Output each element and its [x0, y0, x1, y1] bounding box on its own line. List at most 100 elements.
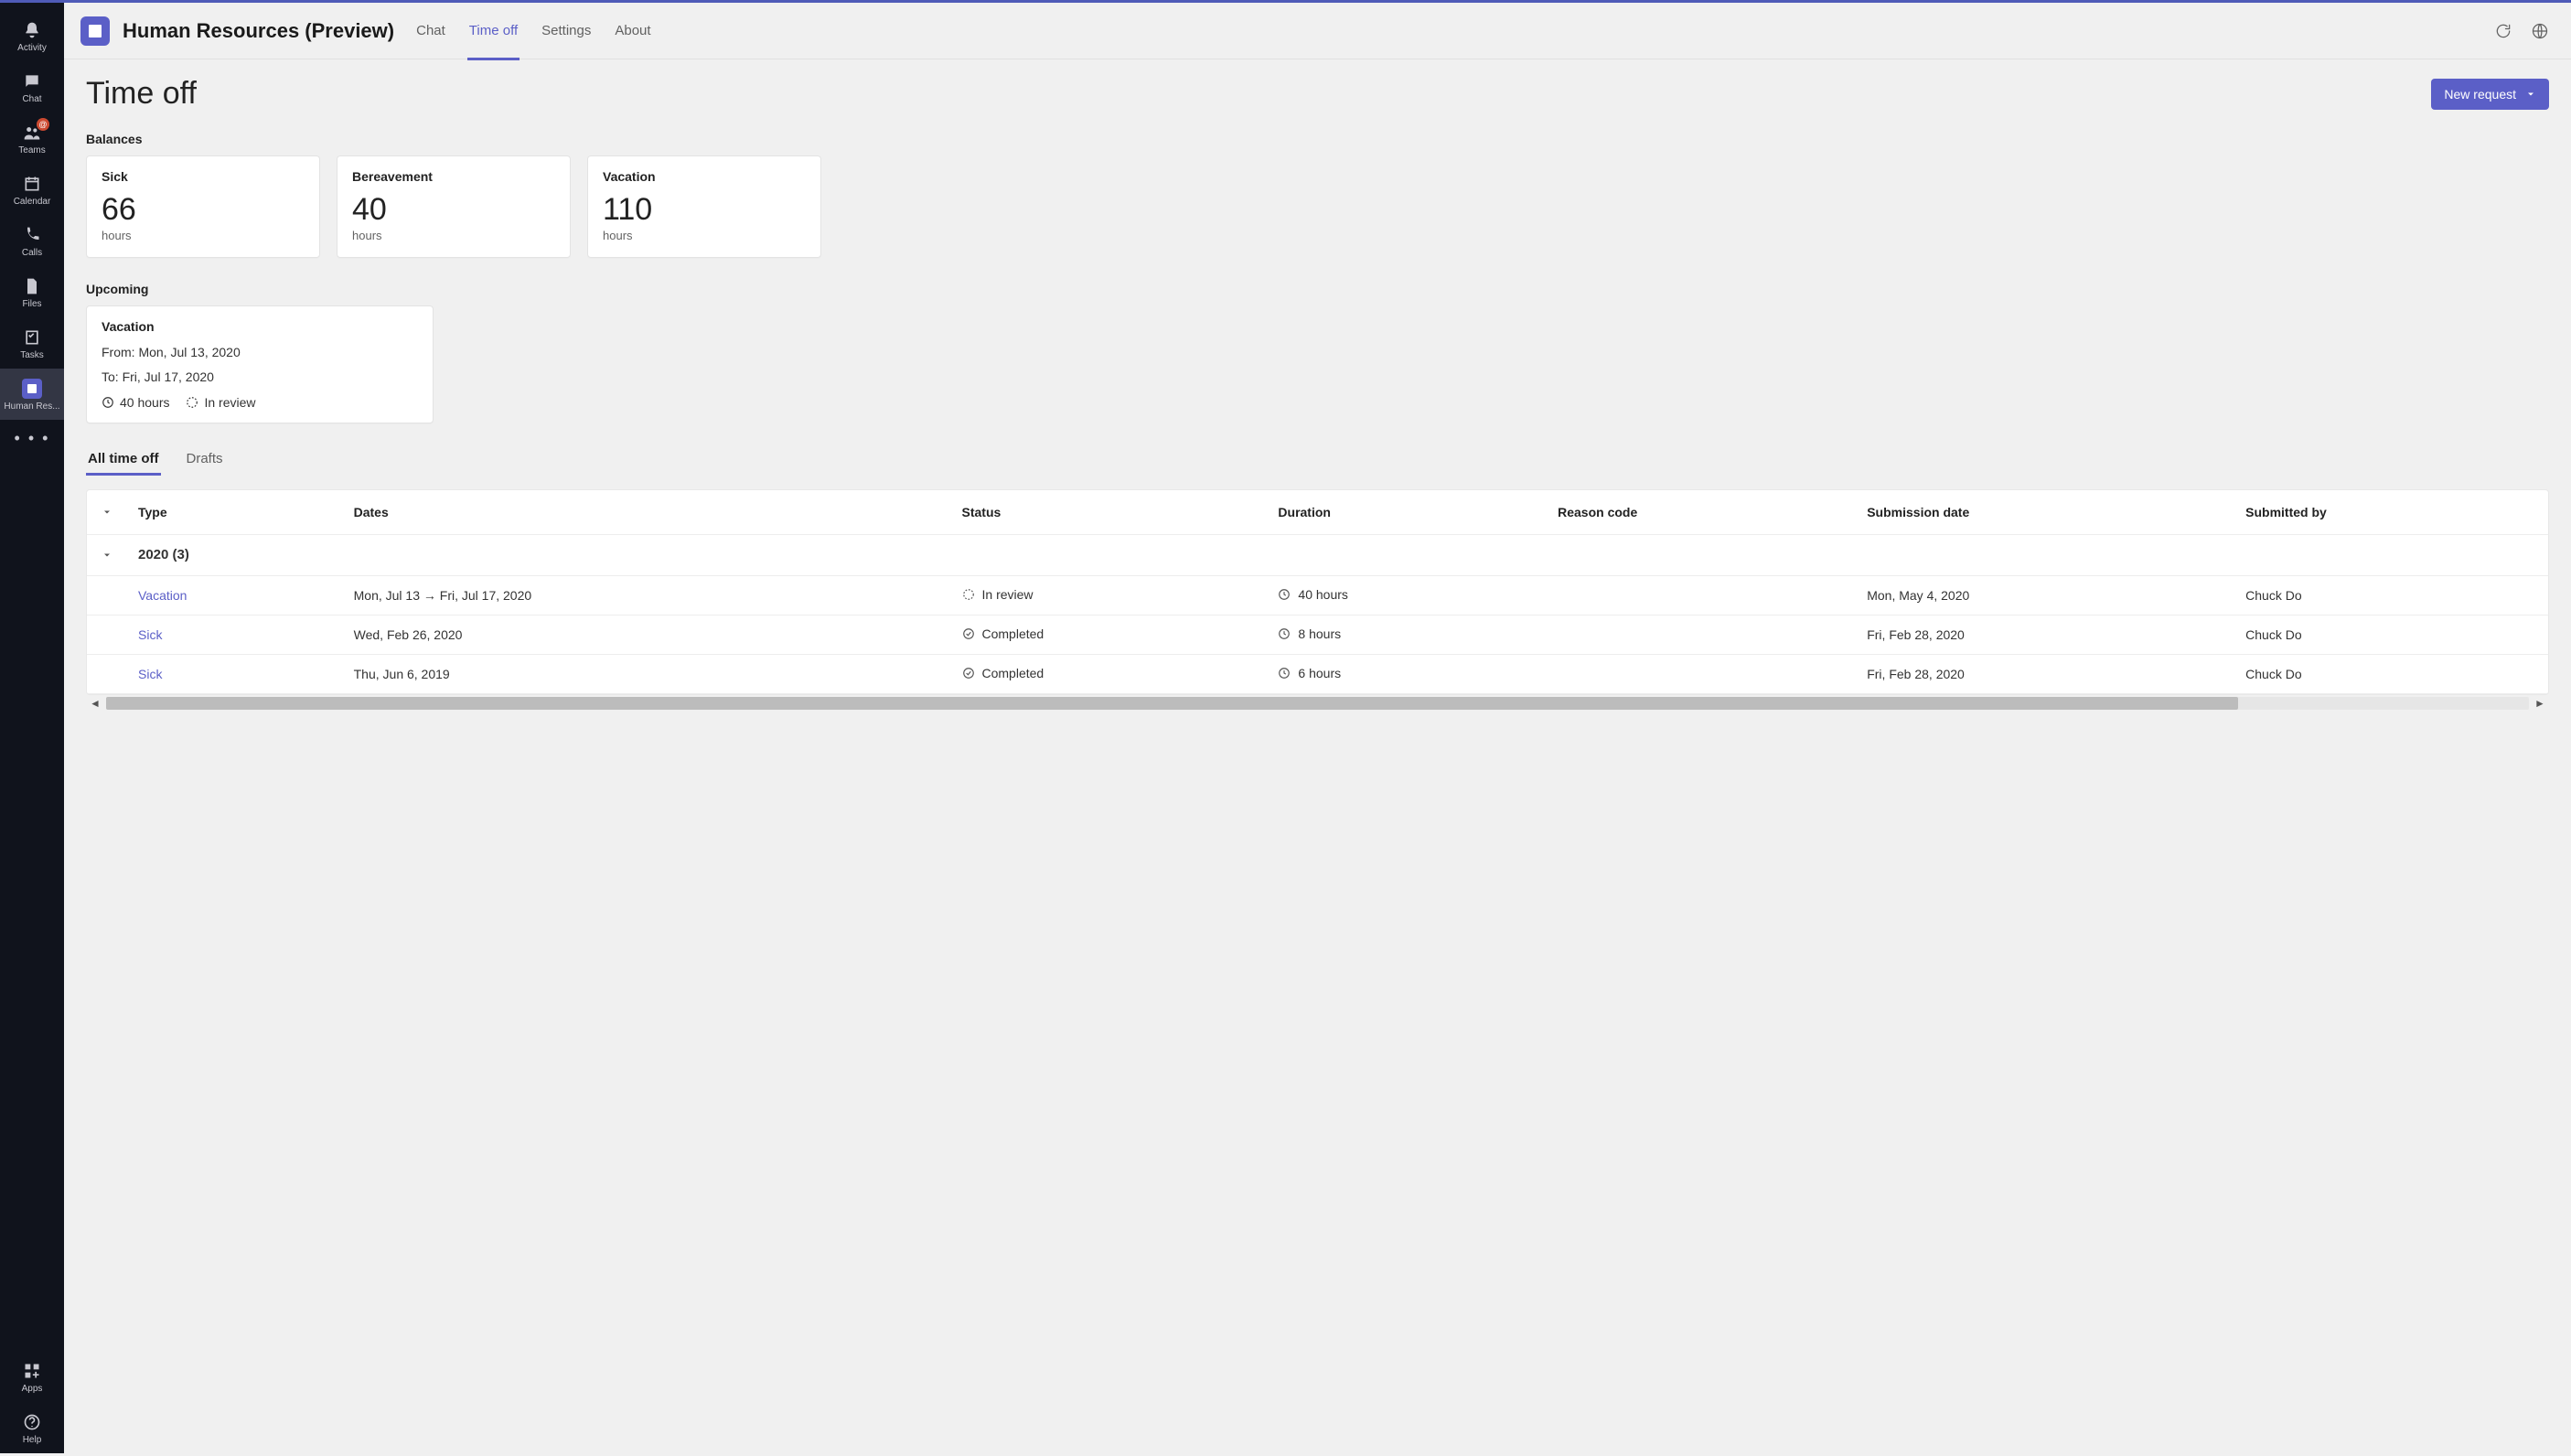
rail-label: Help	[23, 1435, 42, 1445]
pending-icon	[186, 396, 198, 409]
header-tabs: Chat Time off Settings About	[414, 3, 652, 59]
upcoming-card-title: Vacation	[102, 319, 418, 334]
content-area: Time off New request Balances Sick 66 ho…	[64, 59, 2571, 1453]
page-title: Time off	[86, 76, 197, 112]
balance-card-title: Bereavement	[352, 169, 555, 184]
rail-item-apps[interactable]: Apps	[0, 1351, 64, 1402]
rail-item-calls[interactable]: Calls	[0, 215, 64, 266]
rail-label: Calls	[22, 248, 42, 258]
rail-label: Files	[22, 299, 41, 309]
clock-icon	[102, 396, 114, 409]
request-status: In review	[982, 587, 1034, 602]
request-submission: Fri, Feb 28, 2020	[1856, 615, 2234, 654]
scroll-left-icon[interactable]: ◄	[90, 698, 101, 709]
tab-all-time-off[interactable]: All time off	[86, 451, 161, 476]
balance-card-sick[interactable]: Sick 66 hours	[86, 155, 320, 258]
col-duration[interactable]: Duration	[1267, 490, 1547, 535]
completed-icon	[962, 627, 975, 640]
request-reason	[1547, 654, 1856, 693]
group-row-2020[interactable]: 2020 (3)	[87, 534, 2548, 575]
request-reason	[1547, 575, 1856, 615]
horizontal-scrollbar[interactable]: ◄ ►	[86, 695, 2549, 712]
tasks-icon	[21, 327, 43, 348]
app-title: Human Resources (Preview)	[123, 19, 394, 43]
mention-badge-icon: @	[37, 118, 49, 131]
clock-icon	[1278, 627, 1291, 640]
request-reason	[1547, 615, 1856, 654]
rail-more-button[interactable]: • • •	[15, 420, 50, 456]
col-status[interactable]: Status	[951, 490, 1268, 535]
list-tabs: All time off Drafts	[86, 451, 2549, 476]
chevron-down-icon	[102, 507, 112, 518]
file-icon	[21, 275, 43, 297]
request-dates: Mon, Jul 13 → Fri, Jul 17, 2020	[343, 575, 951, 615]
request-status: Completed	[982, 666, 1044, 680]
request-type-link[interactable]: Sick	[138, 627, 162, 642]
upcoming-to: To: Fri, Jul 17, 2020	[102, 368, 418, 386]
chevron-down-icon	[2525, 89, 2536, 100]
balance-card-title: Sick	[102, 169, 305, 184]
table-row[interactable]: Sick Thu, Jun 6, 2019 Completed 6 hours	[87, 654, 2548, 693]
request-duration: 6 hours	[1298, 666, 1341, 680]
group-label: 2020 (3)	[127, 534, 2548, 575]
hr-app-icon	[21, 378, 43, 400]
scrollbar-thumb[interactable]	[106, 697, 2238, 710]
new-request-label: New request	[2444, 87, 2516, 102]
rail-item-tasks[interactable]: Tasks	[0, 317, 64, 369]
new-request-button[interactable]: New request	[2431, 79, 2549, 110]
rail-item-help[interactable]: Help	[0, 1402, 64, 1453]
globe-icon[interactable]	[2531, 22, 2549, 40]
rail-item-chat[interactable]: Chat	[0, 61, 64, 112]
balances-row: Sick 66 hours Bereavement 40 hours Vacat…	[86, 155, 2549, 258]
col-reason[interactable]: Reason code	[1547, 490, 1856, 535]
help-icon	[21, 1411, 43, 1433]
upcoming-card[interactable]: Vacation From: Mon, Jul 13, 2020 To: Fri…	[86, 305, 434, 423]
rail-item-human-resources[interactable]: Human Res...	[0, 369, 64, 420]
balance-card-vacation[interactable]: Vacation 110 hours	[587, 155, 821, 258]
tab-chat[interactable]: Chat	[414, 3, 447, 59]
tab-about[interactable]: About	[613, 3, 652, 59]
bell-icon	[21, 19, 43, 41]
clock-icon	[1278, 588, 1291, 601]
collapse-all-button[interactable]	[98, 503, 116, 521]
clock-icon	[1278, 667, 1291, 680]
rail-item-calendar[interactable]: Calendar	[0, 164, 64, 215]
group-toggle-button[interactable]	[98, 546, 116, 564]
rail-item-teams[interactable]: @ Teams	[0, 112, 64, 164]
tab-drafts[interactable]: Drafts	[185, 451, 225, 476]
rail-label: Calendar	[14, 197, 51, 207]
request-type-link[interactable]: Vacation	[138, 588, 187, 603]
table-row[interactable]: Sick Wed, Feb 26, 2020 Completed 8 hours	[87, 615, 2548, 654]
col-submitted-by[interactable]: Submitted by	[2234, 490, 2548, 535]
hr-app-icon	[80, 16, 110, 46]
page-header: Time off New request	[86, 76, 2549, 112]
request-submitted-by: Chuck Do	[2234, 575, 2548, 615]
rail-item-files[interactable]: Files	[0, 266, 64, 317]
upcoming-label: Upcoming	[86, 282, 2549, 296]
request-submitted-by: Chuck Do	[2234, 615, 2548, 654]
rail-item-activity[interactable]: Activity	[0, 10, 64, 61]
scroll-right-icon[interactable]: ►	[2534, 698, 2545, 709]
rail-label: Apps	[22, 1384, 43, 1394]
upcoming-duration: 40 hours	[102, 395, 169, 410]
balance-card-value: 110	[603, 193, 806, 227]
upcoming-status: In review	[186, 395, 255, 410]
refresh-icon[interactable]	[2494, 22, 2512, 40]
pending-icon	[962, 588, 975, 601]
balance-card-unit: hours	[352, 229, 555, 242]
request-type-link[interactable]: Sick	[138, 667, 162, 681]
scrollbar-track[interactable]	[106, 697, 2529, 710]
balance-card-value: 40	[352, 193, 555, 227]
upcoming-from: From: Mon, Jul 13, 2020	[102, 343, 418, 361]
col-dates[interactable]: Dates	[343, 490, 951, 535]
tab-settings[interactable]: Settings	[540, 3, 593, 59]
request-duration: 8 hours	[1298, 626, 1341, 641]
rail-label: Chat	[22, 94, 41, 104]
col-submission[interactable]: Submission date	[1856, 490, 2234, 535]
table-row[interactable]: Vacation Mon, Jul 13 → Fri, Jul 17, 2020…	[87, 575, 2548, 615]
tab-time-off[interactable]: Time off	[467, 3, 520, 59]
request-dates: Wed, Feb 26, 2020	[343, 615, 951, 654]
balance-card-bereavement[interactable]: Bereavement 40 hours	[337, 155, 571, 258]
chevron-down-icon	[102, 550, 112, 561]
col-type[interactable]: Type	[127, 490, 343, 535]
